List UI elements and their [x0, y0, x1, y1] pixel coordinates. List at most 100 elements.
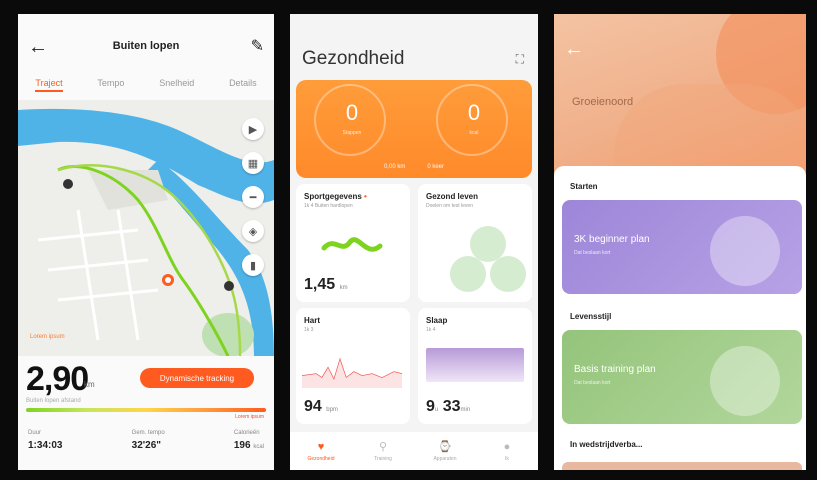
bezel [538, 0, 554, 480]
card-subtitle: 1k 4 Buiten hardlopen [304, 203, 353, 209]
plan-graphic [710, 216, 780, 286]
nav-training[interactable]: ⚲ Training [358, 440, 408, 462]
footer-count: 0 keer [427, 164, 445, 170]
bezel [0, 470, 817, 480]
section-start: Starten [570, 182, 598, 191]
sport-value: 1,45 [304, 276, 336, 293]
heart-unit: bpm [326, 407, 338, 413]
new-dot-icon: • [364, 192, 367, 201]
page-title: Gezondheid [302, 48, 405, 69]
bottom-nav: ♥ Gezondheid ⚲ Training ⌚ Apparaten ● Ik [290, 432, 538, 470]
next-plan-card-edge[interactable] [562, 462, 802, 470]
card-healthy-living[interactable]: Gezond leven Doelen om test leven [418, 184, 532, 302]
sleep-chart [426, 348, 524, 382]
tab-traject[interactable]: Traject [35, 74, 63, 92]
ring-label: kcal [469, 130, 479, 136]
plan-graphic [710, 346, 780, 416]
page-title: Buiten lopen [112, 40, 180, 52]
bezel [0, 0, 18, 480]
watch-icon: ⌚ [438, 441, 452, 453]
activity-rings-card[interactable]: 0 Stappen 0 kcal 0,00 km 0 keer [296, 80, 532, 178]
card-title: Sportgegevens • [304, 192, 367, 201]
mini-route-icon [321, 237, 383, 252]
play-icon[interactable]: ▶ [242, 118, 264, 140]
ring-value: 0 [467, 100, 481, 125]
clover-icon [450, 226, 526, 292]
expand-icon[interactable]: ⛶ [516, 52, 524, 67]
nav-label: Apparaten [433, 456, 457, 462]
calories-ring: 0 kcal [436, 84, 508, 156]
stat-duration: Duur 1:34:03 [28, 430, 62, 451]
card-title: Gezond leven [426, 192, 479, 201]
nav-label: Gezondheid [307, 455, 335, 462]
phone-training-plans: ← Groeienoord Starten 3K beginner plan D… [554, 14, 806, 470]
heart-rate-value: 94 bpm [304, 398, 338, 416]
card-subtitle: 1k 3 [304, 327, 314, 333]
nav-devices[interactable]: ⌚ Apparaten [420, 440, 470, 462]
stat-value: 32'26" [131, 440, 162, 451]
nav-label: Ik [505, 455, 509, 462]
nav-label: Training [374, 456, 392, 462]
sleep-minutes: 33 [442, 398, 461, 415]
tab-details[interactable]: Details [229, 74, 257, 98]
dynamic-tracking-button[interactable]: Dynamische tracking [140, 368, 254, 388]
bezel [274, 0, 290, 480]
card-sport-data[interactable]: Sportgegevens • 1k 4 Buiten hardlopen 1,… [296, 184, 410, 302]
plan-title: Basis training plan [574, 364, 656, 375]
card-title: Slaap [426, 316, 448, 325]
map-icon[interactable]: ▦ [242, 152, 264, 174]
distance-caption: Buiten lopen afstand [26, 398, 81, 404]
card-heart[interactable]: Hart 1k 3 94 bpm [296, 308, 410, 424]
stats-icon[interactable]: ▮ [242, 254, 264, 276]
sleep-minutes-unit: min [460, 407, 471, 413]
sleep-duration: 9u 33min [426, 398, 470, 416]
hero-banner: ← Groeienoord [554, 14, 806, 176]
card-sleep[interactable]: Slaap 1k 4 9u 33min [418, 308, 532, 424]
layers-icon[interactable]: ◈ [242, 220, 264, 242]
phone-health-overview: Gezondheid ⛶ 0 Stappen 0 kcal 0,00 km 0 … [290, 14, 538, 470]
plan-card-3k[interactable]: 3K beginner plan Dat beslaan kort [562, 200, 802, 294]
user-icon: ● [503, 440, 511, 453]
edit-icon[interactable]: ✎ [251, 36, 264, 56]
stat-unit: kcal [253, 444, 264, 450]
ring-value: 0 [345, 100, 359, 125]
tab-bar: Traject Tempo Snelheid Details [18, 74, 274, 98]
card-subtitle: 1k 4 [426, 327, 436, 333]
sport-unit: km [339, 285, 348, 291]
phone-workout-detail: ← Buiten lopen ✎ Traject Tempo Snelheid … [18, 14, 274, 470]
distance-unit: km [84, 380, 95, 389]
legend-hint: Lorem ipsum [30, 334, 65, 340]
plan-subtitle: Dat beslaan kort [574, 380, 611, 386]
stat-label: Gem. tempo [131, 430, 165, 436]
hero-shape [614, 84, 806, 176]
plan-title: 3K beginner plan [574, 234, 650, 245]
plan-subtitle: Dat beslaan kort [574, 250, 611, 256]
card-title-text: Sportgegevens [304, 192, 362, 201]
header: ← Buiten lopen ✎ [18, 14, 274, 70]
nav-health[interactable]: ♥ Gezondheid [296, 441, 346, 462]
screenshot-frame: ← Buiten lopen ✎ Traject Tempo Snelheid … [0, 0, 817, 480]
route-map[interactable] [18, 100, 274, 356]
ring-label: Stappen [342, 130, 362, 136]
steps-ring: 0 Stappen [314, 84, 386, 156]
plans-sheet: Starten 3K beginner plan Dat beslaan kor… [554, 166, 806, 470]
plan-card-basis[interactable]: Basis training plan Dat beslaan kort [562, 330, 802, 424]
gradient-label: Lorem ipsum [235, 414, 264, 420]
heart-rate-line [302, 357, 402, 388]
section-competition: In wedstrijdverba... [570, 440, 643, 449]
rings-footer: 0,00 km 0 keer [296, 164, 532, 170]
stat-value: 1:34:03 [28, 440, 63, 451]
tab-tempo[interactable]: Tempo [97, 74, 124, 98]
tab-snelheid[interactable]: Snelheid [159, 74, 194, 98]
stat-label: Calorieën [233, 430, 260, 436]
nav-me[interactable]: ● Ik [482, 441, 532, 462]
stat-number: 196 [233, 440, 251, 451]
back-arrow-icon[interactable]: ← [564, 38, 584, 61]
stat-value: 196 kcal [234, 440, 264, 451]
sport-distance: 1,45 km [304, 276, 348, 294]
scale-icon[interactable]: ━ [242, 186, 264, 208]
map-tools: ▶ ▦ ━ ◈ ▮ [242, 118, 264, 276]
sleep-hours: 9 [426, 398, 435, 415]
section-lifestyle: Levensstijl [570, 312, 612, 321]
stat-calories: Calorieën 196 kcal [234, 430, 264, 451]
